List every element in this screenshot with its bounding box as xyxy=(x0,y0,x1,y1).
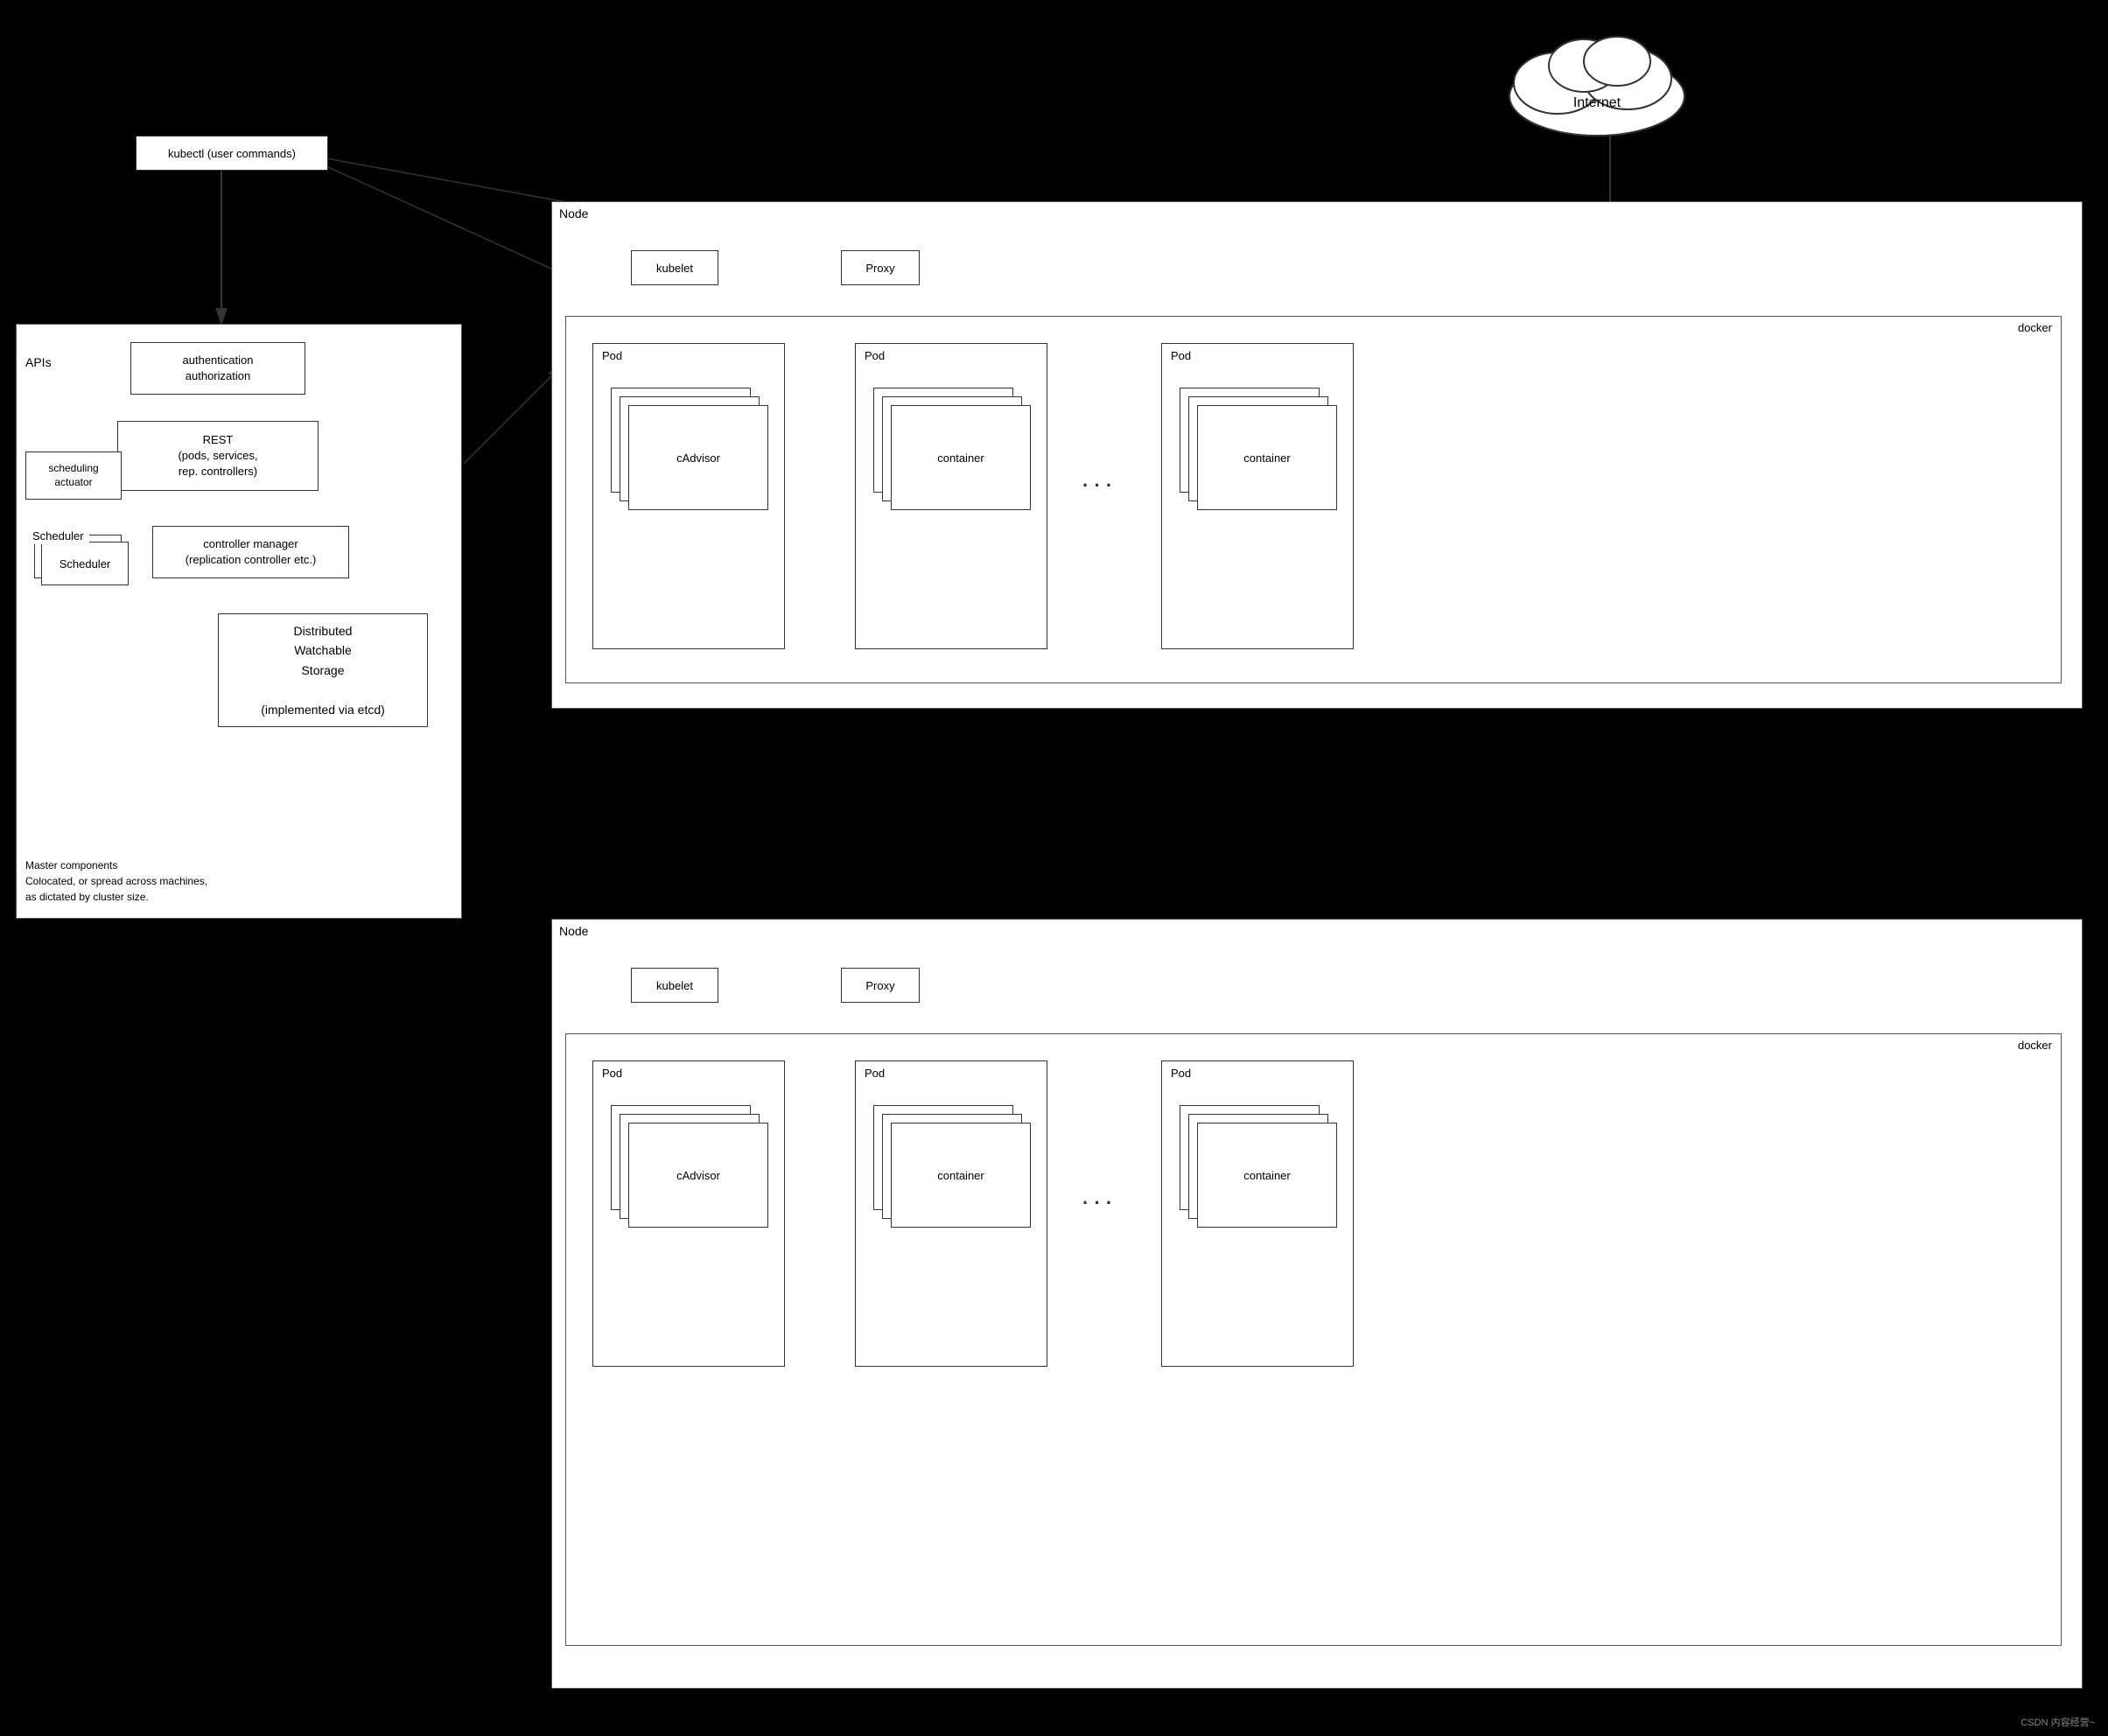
rest-box: REST(pods, services,rep. controllers) xyxy=(117,421,319,491)
kubectl-box: kubectl (user commands) xyxy=(136,136,328,171)
node1-pod3-label: Pod xyxy=(1171,349,1191,362)
node1-docker-region: docker Pod cAdvisor Pod container xyxy=(565,316,2062,683)
node1-pod3-box: Pod container xyxy=(1161,343,1354,649)
node1-region: Node kubelet Proxy docker Pod cAdvisor xyxy=(551,201,2083,709)
internet-cloud: Internet xyxy=(1488,9,1706,151)
node2-cadvisor-box: cAdvisor xyxy=(628,1123,768,1228)
distributed-storage-box: DistributedWatchableStorage(implemented … xyxy=(218,613,428,727)
node2-proxy-box: Proxy xyxy=(841,968,920,1003)
node1-docker-label: docker xyxy=(2018,321,2052,334)
node2-docker-region: docker Pod cAdvisor Pod container xyxy=(565,1033,2062,1646)
node2-pod1-box: Pod cAdvisor xyxy=(592,1060,785,1367)
apis-label: APIs xyxy=(25,355,52,369)
node2-label: Node xyxy=(559,924,588,938)
node1-pod2-label: Pod xyxy=(865,349,885,362)
node2-container2-box: container xyxy=(891,1123,1031,1228)
node2-container3-box: container xyxy=(1197,1123,1337,1228)
svg-text:Internet: Internet xyxy=(1573,95,1621,110)
auth-box: authenticationauthorization xyxy=(130,342,305,395)
node1-label: Node xyxy=(559,206,588,220)
node1-proxy-box: Proxy xyxy=(841,250,920,285)
node2-pod3-box: Pod container xyxy=(1161,1060,1354,1367)
node2-docker-label: docker xyxy=(2018,1039,2052,1052)
diagram-area: Internet Firewall kubectl (user commands… xyxy=(0,0,2108,1736)
master-region: APIs authenticationauthorization REST(po… xyxy=(16,324,462,919)
node1-dots: · · · xyxy=(1082,474,1112,497)
node1-pod1-label: Pod xyxy=(602,349,622,362)
watermark: CSDN 内容经营~ xyxy=(2020,1715,2095,1729)
node1-pod2-box: Pod container xyxy=(855,343,1047,649)
node1-cadvisor-box: cAdvisor xyxy=(628,405,768,510)
node1-container2-box: container xyxy=(891,405,1031,510)
node1-container3-box: container xyxy=(1197,405,1337,510)
node2-kubelet-box: kubelet xyxy=(631,968,718,1003)
node2-pod2-box: Pod container xyxy=(855,1060,1047,1367)
scheduling-actuator-box: schedulingactuator xyxy=(25,452,122,500)
node2-pod3-label: Pod xyxy=(1171,1067,1191,1080)
node2-pod1-label: Pod xyxy=(602,1067,622,1080)
scheduler-label-outer: Scheduler xyxy=(27,528,89,544)
node2-pod2-label: Pod xyxy=(865,1067,885,1080)
node1-pod1-box: Pod cAdvisor xyxy=(592,343,785,649)
node2-region: Node kubelet Proxy docker Pod cAdvisor P xyxy=(551,919,2083,1689)
node1-kubelet-box: kubelet xyxy=(631,250,718,285)
scheduler-inner: Scheduler xyxy=(41,542,129,585)
node2-dots: · · · xyxy=(1082,1192,1112,1214)
master-note: Master componentsColocated, or spread ac… xyxy=(25,858,207,905)
controller-manager-box: controller manager(replication controlle… xyxy=(152,526,349,578)
